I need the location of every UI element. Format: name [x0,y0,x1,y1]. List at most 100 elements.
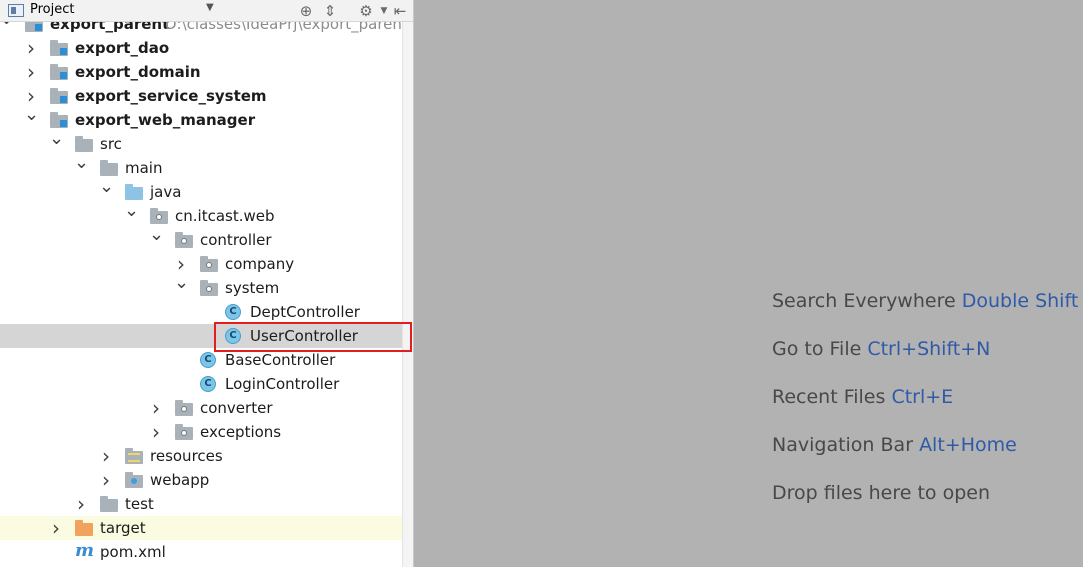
tree-node-export-dao[interactable]: › export_dao [0,36,402,60]
chevron-down-icon[interactable]: ⌄ [24,105,39,125]
tree-node-label: system [225,279,280,297]
package-icon [200,256,218,272]
tree-node-path: D:\classes\IdeaPrj\export_parent [165,22,402,33]
highlight-annotation-box [214,322,412,352]
hint-recent-files: Recent Files Ctrl+E [772,386,953,408]
hide-panel-icon[interactable]: ⇤ [390,1,410,21]
project-tree[interactable]: ⌄ export_parentD:\classes\IdeaPrj\export_… [0,22,402,567]
editor-empty-area[interactable]: Search Everywhere Double Shift Go to Fil… [415,0,1083,567]
tree-scrollbar[interactable] [402,22,413,567]
tree-node-cn-itcast-web[interactable]: ⌄ cn.itcast.web [0,201,402,228]
tree-node-src[interactable]: ⌄ src [0,129,402,156]
module-folder-icon [50,88,68,104]
tree-node-export-parent[interactable]: ⌄ export_parentD:\classes\IdeaPrj\export_… [0,22,402,36]
tree-node-label: controller [200,231,272,249]
hint-shortcut: Alt+Home [919,434,1017,456]
project-view-title[interactable]: Project [30,2,74,17]
tree-node-label: LoginController [225,375,340,393]
project-toolbar: Project ▼ ⊕ ⇕ ⚙ ▼ ⇤ [0,0,413,22]
gear-icon[interactable]: ⚙ [356,1,376,21]
chevron-right-icon[interactable]: › [149,422,163,442]
tree-node-label: resources [150,447,223,465]
hint-search-everywhere: Search Everywhere Double Shift [772,290,1078,312]
tree-node-deptcontroller[interactable]: C DeptController [0,300,402,324]
hint-label: Search Everywhere [772,290,956,312]
tree-node-target[interactable]: › target [0,516,402,540]
module-folder-icon [50,40,68,56]
tree-node-main[interactable]: ⌄ main [0,153,402,180]
hint-shortcut: Ctrl+Shift+N [867,338,991,360]
tree-node-company[interactable]: › company [0,252,402,276]
hint-shortcut: Double Shift [961,290,1079,312]
tree-node-test[interactable]: › test [0,492,402,516]
hint-label: Go to File [772,338,862,360]
tree-node-label: target [100,519,146,537]
tree-node-label: export_dao [75,39,170,57]
view-dropdown-chevron-down-icon[interactable]: ▼ [206,2,214,13]
chevron-down-icon[interactable]: ⌄ [0,22,14,29]
tree-node-label: java [150,183,182,201]
excluded-folder-icon [75,520,93,536]
chevron-right-icon[interactable]: › [24,62,38,82]
chevron-right-icon[interactable]: › [24,38,38,58]
hint-label: Drop files here to open [772,482,991,504]
chevron-right-icon[interactable]: › [99,470,113,490]
resources-folder-icon [125,448,143,464]
chevron-down-icon[interactable]: ⌄ [99,177,114,197]
package-icon [175,232,193,248]
chevron-down-icon[interactable]: ⌄ [149,225,164,245]
chevron-right-icon[interactable]: › [49,518,63,538]
tree-node-converter[interactable]: › converter [0,396,402,420]
tree-node-java[interactable]: ⌄ java [0,177,402,204]
chevron-right-icon[interactable]: › [24,86,38,106]
chevron-down-icon[interactable]: ⌄ [74,153,89,173]
tree-node-export-service-system[interactable]: › export_service_system [0,84,402,108]
tree-node-label: export_parent [50,22,170,33]
tree-node-system[interactable]: ⌄ system [0,273,402,300]
module-folder-icon [50,112,68,128]
folder-icon [75,136,93,152]
project-tool-window: Project ▼ ⊕ ⇕ ⚙ ▼ ⇤ ⌄ export_parentD:\cla… [0,0,414,567]
module-folder-icon [50,64,68,80]
tree-node-logincontroller[interactable]: C LoginController [0,372,402,396]
hint-shortcut: Ctrl+E [891,386,954,408]
tree-node-label: cn.itcast.web [175,207,275,225]
package-icon [175,400,193,416]
locate-icon[interactable]: ⊕ [296,1,316,21]
folder-icon [100,160,118,176]
web-folder-icon [125,472,143,488]
package-icon [175,424,193,440]
chevron-right-icon[interactable]: › [74,494,88,514]
java-class-icon: C [200,376,216,392]
tree-node-webapp[interactable]: › webapp [0,468,402,492]
java-class-icon: C [225,304,241,320]
chevron-down-icon[interactable]: ⌄ [124,201,139,221]
chevron-right-icon[interactable]: › [149,398,163,418]
collapse-all-icon[interactable]: ⇕ [320,1,340,21]
tree-node-controller[interactable]: ⌄ controller [0,225,402,252]
tree-node-label: company [225,255,295,273]
tree-node-label: webapp [150,471,210,489]
tree-node-resources[interactable]: › resources [0,444,402,468]
hint-label: Navigation Bar [772,434,914,456]
maven-pom-icon: m [75,540,95,561]
package-icon [150,208,168,224]
chevron-right-icon[interactable]: › [99,446,113,466]
chevron-down-icon[interactable]: ⌄ [49,129,64,149]
tree-node-pom-xml[interactable]: m pom.xml [0,540,402,564]
tree-node-export-domain[interactable]: › export_domain [0,60,402,84]
tree-node-label: export_service_system [75,87,267,105]
hint-drop-files: Drop files here to open [772,482,990,504]
folder-icon [100,496,118,512]
chevron-right-icon[interactable]: › [174,254,188,274]
tree-node-label: converter [200,399,273,417]
tree-node-label: DeptController [250,303,360,321]
tree-node-label: pom.xml [100,543,166,561]
hint-label: Recent Files [772,386,886,408]
tree-node-exceptions[interactable]: › exceptions [0,420,402,444]
hint-navigation-bar: Navigation Bar Alt+Home [772,434,1017,456]
module-folder-icon [25,22,43,32]
java-class-icon: C [200,352,216,368]
tree-node-label: test [125,495,154,513]
chevron-down-icon[interactable]: ⌄ [174,273,189,293]
